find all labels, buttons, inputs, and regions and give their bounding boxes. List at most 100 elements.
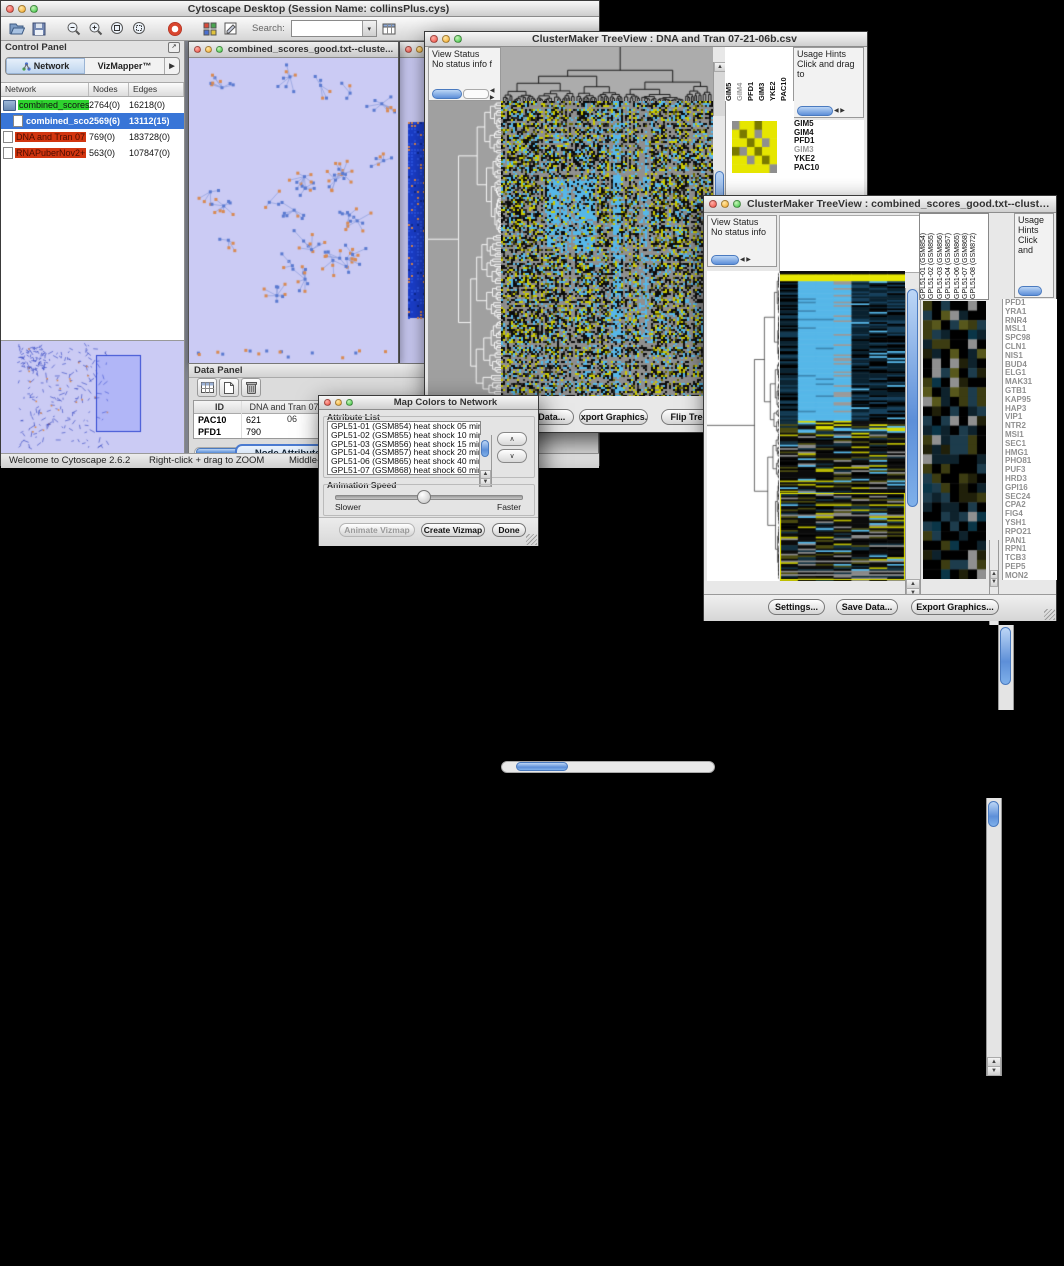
resize-grip[interactable] (1044, 609, 1055, 620)
network-table-row[interactable]: DNA and Tran 07 769(0) 183728(0) (1, 129, 184, 145)
zoom-window-icon[interactable] (454, 35, 462, 43)
done-button[interactable]: Done (492, 523, 526, 537)
create-vizmap-button[interactable]: Create Vizmap (421, 523, 485, 537)
annotation-icon (224, 22, 239, 36)
network-view-titlebar[interactable]: combined_scores_good.txt--cluste... (189, 42, 398, 58)
treeview2-button-bar: Settings... Save Data... Export Graphics… (704, 594, 1056, 621)
main-window-title: Cytoscape Desktop (Session Name: collins… (38, 3, 599, 15)
network-table-empty-area (1, 161, 184, 340)
treeview1-hscrollbar[interactable] (501, 761, 715, 773)
control-panel: Control Panel ↗ Network VizMapper™ ▶ Net… (1, 41, 185, 453)
treeview2-row-dendrogram[interactable] (707, 271, 779, 581)
treeview1-heatmap[interactable] (501, 101, 713, 396)
attribute-list-item[interactable]: GPL51-07 (GSM868) heat shock 60 min (328, 466, 480, 475)
close-icon[interactable] (194, 46, 201, 53)
network-overview-thumbnail[interactable] (4, 342, 180, 452)
treeview1-titlebar[interactable]: ClusterMaker TreeView : DNA and Tran 07-… (425, 32, 867, 47)
status-welcome: Welcome to Cytoscape 2.6.2 (9, 455, 130, 466)
treeview1-column-dendrogram[interactable] (501, 47, 713, 101)
treeview2-column-labels: GPL51-01 (GSM854)GPL51-02 (GSM855)GPL51-… (919, 213, 989, 300)
animate-vizmap-button[interactable]: Animate Vizmap (339, 523, 415, 537)
treeview2-settings-button[interactable]: Settings... (768, 599, 825, 615)
zoom-fit-icon (110, 21, 125, 36)
search-combo: ▾ (291, 20, 377, 37)
close-icon[interactable] (324, 399, 331, 406)
annotation-button[interactable] (222, 20, 241, 38)
minimize-icon[interactable] (416, 46, 423, 53)
tab-network[interactable]: Network (6, 58, 85, 74)
close-icon[interactable] (6, 5, 14, 13)
close-icon[interactable] (405, 46, 412, 53)
minimize-icon[interactable] (18, 5, 26, 13)
treeview2-window: ClusterMaker TreeView : combined_scores_… (703, 195, 1057, 621)
treeview2-label-vscrollbar[interactable] (998, 625, 1014, 710)
lifesaver-icon (167, 21, 183, 37)
tab-vizmapper[interactable]: VizMapper™ (85, 58, 164, 74)
treeview2-zoom-heatmap[interactable] (923, 301, 986, 579)
treeview1-row-dendrogram[interactable] (428, 101, 501, 396)
zoom-window-icon[interactable] (733, 200, 741, 208)
treeview2-export-graphics-button[interactable]: Export Graphics... (911, 599, 999, 615)
zoom-selected-button[interactable] (130, 20, 149, 38)
float-panel-icon[interactable]: ↗ (168, 42, 180, 53)
slower-label: Slower (335, 502, 361, 512)
network-tab-icon (22, 62, 31, 71)
treeview2-title: ClusterMaker TreeView : combined_scores_… (741, 198, 1056, 210)
minimize-icon[interactable] (335, 399, 342, 406)
close-icon[interactable] (430, 35, 438, 43)
resize-grip[interactable] (526, 534, 537, 545)
zoom-in-button[interactable] (86, 20, 105, 38)
window-controls (6, 5, 38, 13)
treeview2-column-dendrogram-area[interactable] (779, 215, 920, 273)
vizmapper-shortcut-button[interactable] (200, 20, 219, 38)
new-attribute-button[interactable] (219, 378, 239, 397)
move-attribute-down-button[interactable]: ∨ (497, 449, 527, 463)
treeview2-heatmap[interactable] (780, 271, 905, 581)
attribute-browser-button[interactable] (380, 20, 399, 38)
minimize-icon[interactable] (205, 46, 212, 53)
tab-overflow-arrow-icon[interactable]: ▶ (164, 58, 179, 74)
zoom-window-icon[interactable] (346, 399, 353, 406)
help-button[interactable] (165, 20, 184, 38)
move-attribute-up-button[interactable]: ∧ (497, 432, 527, 446)
search-label: Search: (252, 23, 285, 34)
zoom-window-icon[interactable] (30, 5, 38, 13)
usage-hints-scrollbar[interactable]: ◀ ▶ (797, 106, 845, 115)
treeview2-vscrollbar[interactable]: ▲ ▼ (905, 288, 921, 598)
network-row-icon (3, 100, 16, 111)
close-icon[interactable] (709, 200, 717, 208)
usage-hints-scrollbar[interactable] (1018, 286, 1042, 295)
slider-thumb[interactable] (417, 490, 431, 504)
zoom-fit-button[interactable] (108, 20, 127, 38)
network-table: combined_scores 2764(0) 16218(0) combine… (1, 97, 184, 161)
view-status-scrollbar[interactable]: ◀ ▶ (711, 255, 751, 264)
network-table-row[interactable]: combined_sco 2569(6) 13112(15) (1, 113, 184, 129)
treeview1-zoom-heatmap[interactable] (732, 121, 777, 173)
network-row-icon (3, 147, 13, 159)
open-session-button[interactable] (7, 20, 26, 38)
minimize-icon[interactable] (442, 35, 450, 43)
attribute-list-scrollbar[interactable]: ▲ ▼ (479, 435, 492, 487)
treeview2-save-data-button[interactable]: Save Data... (836, 599, 898, 615)
zoom-window-icon[interactable] (216, 46, 223, 53)
treeview2-titlebar[interactable]: ClusterMaker TreeView : combined_scores_… (704, 196, 1056, 213)
save-session-button[interactable] (29, 20, 48, 38)
network-table-row[interactable]: RNAPuberNov2+ 563(0) 107847(0) (1, 145, 184, 161)
treeview2-zoom-vscrollbar[interactable]: ▲ ▼ (986, 798, 1002, 1076)
network-canvas[interactable] (189, 58, 396, 362)
main-titlebar[interactable]: Cytoscape Desktop (Session Name: collins… (1, 1, 599, 17)
network-table-row[interactable]: combined_scores 2764(0) 16218(0) (1, 97, 184, 113)
minimize-icon[interactable] (721, 200, 729, 208)
open-folder-icon (9, 22, 25, 35)
treeview1-export-graphics-button[interactable]: Export Graphics... (579, 409, 648, 425)
view-status-scrollbar[interactable]: ◀ ▶ (432, 89, 500, 98)
search-dropdown-arrow-icon[interactable]: ▾ (362, 21, 376, 36)
control-panel-title: Control Panel (5, 42, 67, 55)
zoom-out-button[interactable] (64, 20, 83, 38)
search-input[interactable] (292, 21, 362, 36)
map-colors-dialog: Map Colors to Network Attribute List GPL… (318, 395, 539, 546)
select-attributes-button[interactable] (197, 378, 217, 397)
dialog-titlebar[interactable]: Map Colors to Network (319, 396, 538, 410)
delete-attribute-button[interactable] (241, 378, 261, 397)
network-overview-wrap (1, 340, 184, 453)
